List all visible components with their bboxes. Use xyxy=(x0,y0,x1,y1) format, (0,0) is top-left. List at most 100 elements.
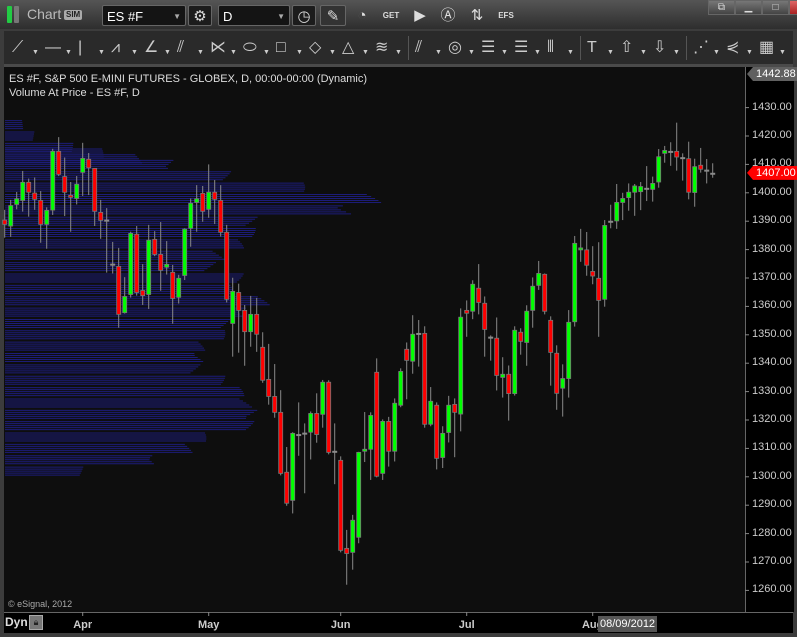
chart-legend-symbol: ES #F, S&P 500 E-MINI FUTURES - GLOBEX, … xyxy=(9,73,368,85)
candle-down xyxy=(518,331,524,342)
candle-doji xyxy=(104,219,110,222)
candle-up xyxy=(410,333,416,362)
candle-up xyxy=(440,432,446,458)
candle-up xyxy=(320,381,326,415)
candle-down xyxy=(32,192,38,200)
candle-up xyxy=(392,402,398,452)
candle-up xyxy=(230,290,236,324)
copyright: © eSignal, 2012 xyxy=(8,599,73,609)
last-price-tag: 1407.00 xyxy=(747,165,797,180)
candle-up xyxy=(446,404,452,433)
candle-up xyxy=(530,285,536,311)
candle-down xyxy=(140,290,146,297)
candle-up xyxy=(350,519,356,553)
high-price-tag: 1442.88 xyxy=(747,67,797,81)
candle-down xyxy=(92,167,98,212)
candle-down xyxy=(596,277,602,301)
candle-down xyxy=(314,413,320,435)
candle-up xyxy=(362,448,368,452)
candle-up xyxy=(650,183,656,190)
price-tick-label: 1260.00 xyxy=(752,583,792,596)
candle-doji xyxy=(488,336,494,339)
candle-down xyxy=(212,191,218,200)
candle-down xyxy=(542,273,548,312)
candle-up xyxy=(398,371,404,406)
candle-up xyxy=(356,451,362,538)
lock-icon: 🔒︎ xyxy=(33,617,39,627)
candle-down xyxy=(476,287,482,303)
candle-down xyxy=(344,547,350,554)
candle-up xyxy=(44,210,50,225)
lock-scale-button[interactable]: 🔒︎ xyxy=(29,615,43,630)
candle-up xyxy=(308,413,314,433)
candle-up xyxy=(50,150,56,211)
price-tick-label: 1300.00 xyxy=(752,469,792,482)
candle-up xyxy=(122,296,128,314)
price-tick-label: 1280.00 xyxy=(752,526,792,539)
candle-up xyxy=(662,150,668,154)
candle-up xyxy=(500,373,506,378)
candle-down xyxy=(116,265,122,315)
candle-down xyxy=(452,403,458,413)
candle-down xyxy=(56,150,62,175)
candle-up xyxy=(572,242,578,323)
candle-up xyxy=(146,239,152,295)
candle-up xyxy=(188,202,194,229)
candle-doji xyxy=(302,432,308,435)
candle-doji xyxy=(704,169,710,172)
candle-down xyxy=(254,313,260,335)
candle-down xyxy=(698,164,704,170)
candle-up xyxy=(380,421,386,474)
candle-down xyxy=(134,233,140,293)
candle-down xyxy=(38,200,44,225)
price-tick-label: 1370.00 xyxy=(752,271,792,283)
candle-down xyxy=(422,332,428,425)
candle-down xyxy=(284,471,290,504)
price-tick-label: 1310.00 xyxy=(752,441,792,454)
candle-down xyxy=(26,181,32,193)
candle-up xyxy=(602,225,608,300)
candle-up xyxy=(428,400,434,425)
candle-down xyxy=(272,396,278,413)
price-tick-label: 1320.00 xyxy=(752,413,792,425)
candle-up xyxy=(290,432,296,501)
dynamic-mode-label[interactable]: Dyn xyxy=(5,615,28,629)
candle-down xyxy=(200,192,206,212)
candle-doji xyxy=(644,187,650,190)
price-tick-label: 1340.00 xyxy=(752,356,792,369)
month-label: Apr xyxy=(73,619,93,631)
month-label: Jun xyxy=(330,619,351,631)
candle-down xyxy=(326,381,332,453)
price-tick-label: 1270.00 xyxy=(752,555,792,567)
candle-down xyxy=(434,404,440,459)
candle-up xyxy=(692,166,698,193)
price-tick-label: 1350.00 xyxy=(752,327,792,340)
candle-doji xyxy=(332,450,338,453)
candle-up xyxy=(560,378,566,389)
candle-down xyxy=(236,292,242,311)
candle-down xyxy=(278,411,284,474)
candle-doji xyxy=(668,150,674,153)
candle-up xyxy=(176,277,182,298)
candle-up xyxy=(614,202,620,222)
candle-doji xyxy=(296,434,302,437)
candle-up xyxy=(128,233,134,295)
candle-down xyxy=(554,352,560,394)
candle-down xyxy=(68,194,74,198)
candle-down xyxy=(464,309,470,314)
candle-down xyxy=(218,200,224,233)
candle-up xyxy=(8,205,14,227)
candle-up xyxy=(14,198,20,205)
candle-up xyxy=(470,283,476,312)
candle-doji xyxy=(710,172,716,175)
candle-up xyxy=(578,247,584,251)
candle-up xyxy=(182,228,188,276)
chart-legend-study: Volume At Price - ES #F, D xyxy=(9,87,140,99)
candle-down xyxy=(482,302,488,330)
candle-down xyxy=(98,211,104,221)
candle-down xyxy=(260,346,266,381)
candle-up xyxy=(512,329,518,394)
candle-down xyxy=(170,271,176,299)
candle-up xyxy=(194,198,200,203)
price-tick-label: 1390.00 xyxy=(752,214,792,227)
